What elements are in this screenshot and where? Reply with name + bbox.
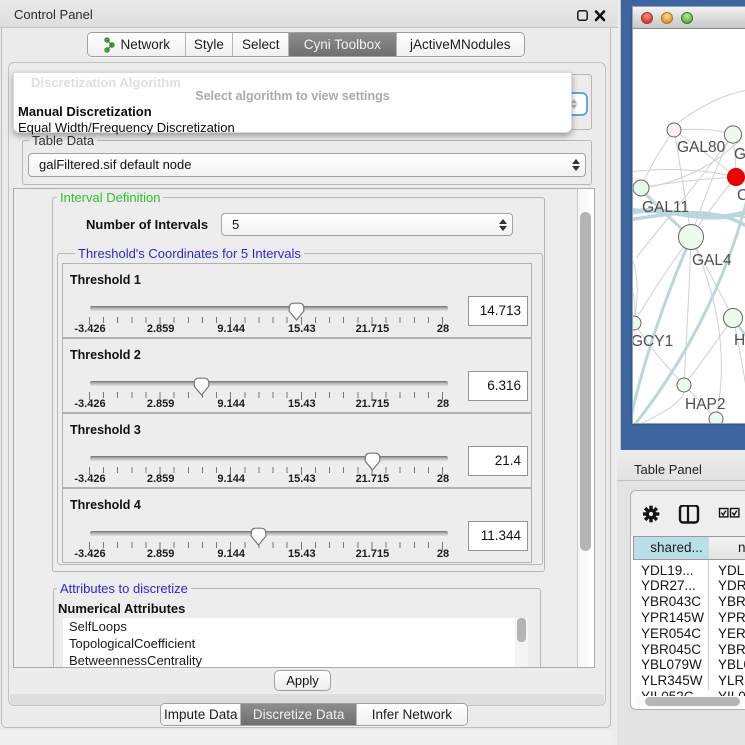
svg-text:GCY1: GCY1	[633, 333, 673, 350]
svg-text:GA: GA	[734, 146, 745, 163]
svg-text:GAL11: GAL11	[642, 199, 689, 216]
svg-text:H: H	[734, 332, 745, 349]
svg-text:HAP2: HAP2	[685, 396, 726, 413]
svg-text:C: C	[737, 187, 745, 204]
svg-text:GAL4: GAL4	[692, 252, 732, 269]
svg-text:GAL80: GAL80	[677, 139, 726, 156]
